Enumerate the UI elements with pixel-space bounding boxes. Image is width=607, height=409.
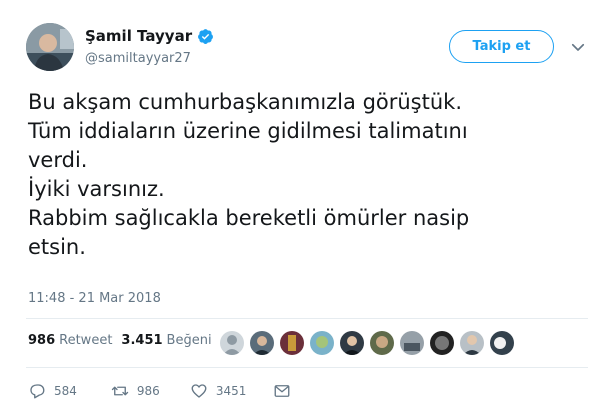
verified-badge-icon [198, 28, 214, 44]
divider [26, 318, 588, 319]
liker-avatar[interactable] [250, 331, 274, 355]
chevron-down-icon[interactable] [569, 38, 587, 56]
liker-avatar[interactable] [340, 331, 364, 355]
author-display-name[interactable]: Şamil Tayyar [85, 27, 192, 45]
retweet-icon [111, 386, 129, 396]
divider [26, 367, 588, 368]
liker-avatar[interactable] [220, 331, 244, 355]
follow-button[interactable]: Takip et [449, 30, 554, 63]
retweets-count: 986 [28, 333, 56, 348]
retweet-button[interactable]: 986 [111, 382, 160, 400]
retweet-count: 986 [136, 384, 160, 398]
liker-avatar[interactable] [490, 331, 514, 355]
retweets-label: Retweet [59, 333, 113, 348]
liker-avatar[interactable] [370, 331, 394, 355]
liker-avatar[interactable] [430, 331, 454, 355]
like-button[interactable]: 3451 [190, 382, 247, 400]
liker-avatar[interactable] [400, 331, 424, 355]
like-count: 3451 [215, 384, 247, 398]
liker-avatar[interactable] [310, 331, 334, 355]
likes-label: Beğeni [166, 333, 212, 348]
heart-icon [191, 384, 207, 398]
reply-icon [30, 384, 45, 399]
tweet-stats: 986 Retweet 3.451 Beğeni [28, 333, 221, 348]
direct-message-button[interactable] [273, 382, 299, 400]
liker-avatar[interactable] [460, 331, 484, 355]
author-info: Şamil Tayyar @samiltayyar27 [85, 26, 214, 66]
reply-count: 584 [54, 384, 77, 398]
author-handle[interactable]: @samiltayyar27 [85, 51, 214, 66]
tweet-text: Bu akşam cumhurbaşkanımızla görüştük. Tü… [28, 90, 470, 259]
retweets-stat[interactable]: 986 Retweet [28, 333, 112, 348]
liker-avatar[interactable] [280, 331, 304, 355]
tweet-actions: 584 986 3451 [28, 382, 299, 400]
avatar-photo-icon [26, 23, 74, 71]
likes-stat[interactable]: 3.451 Beğeni [121, 333, 211, 348]
likers-avatars [220, 331, 520, 355]
tweet-timestamp[interactable]: 11:48 - 21 Mar 2018 [28, 291, 161, 306]
author-avatar[interactable] [26, 23, 74, 71]
envelope-icon [274, 385, 290, 397]
reply-button[interactable]: 584 [28, 382, 77, 400]
likes-count: 3.451 [121, 333, 163, 348]
